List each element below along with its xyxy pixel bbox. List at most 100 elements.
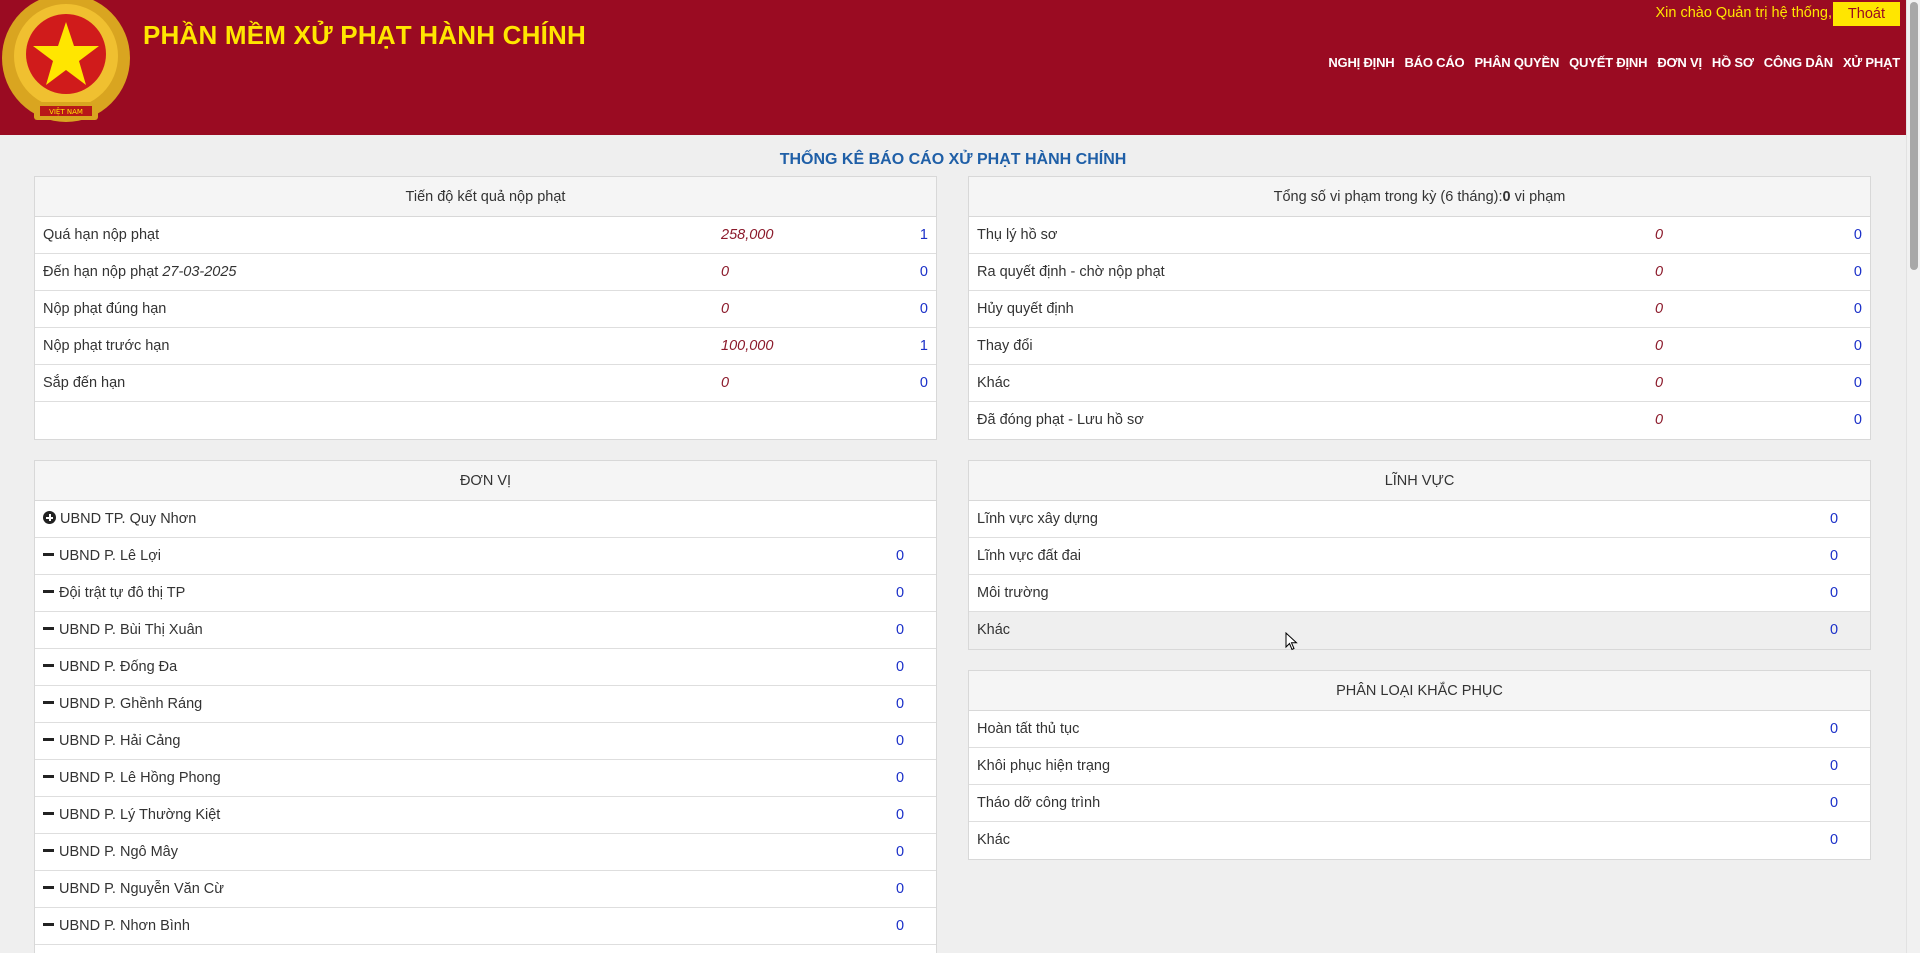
list-item[interactable]: UBND P. Lê Lợi 0 [35,538,936,575]
list-item[interactable]: UBND P. Ngô Mây 0 [35,834,936,871]
row-count[interactable]: 0 [896,723,904,759]
row-count[interactable]: 0 [1830,822,1838,858]
list-item[interactable]: UBND P. Đống Đa 0 [35,649,936,686]
row-label: UBND P. Nhơn Bình [59,918,190,934]
minus-icon [43,701,54,704]
list-item[interactable]: UBND P. Nhơn Bình 0 [35,908,936,945]
list-item[interactable]: Khác 0 [969,822,1870,859]
row-amount: 0 [1655,338,1664,354]
row-label: UBND P. Lý Thường Kiệt [59,807,221,823]
list-item[interactable]: Khác 0 [969,612,1870,649]
row-count[interactable]: 0 [1854,328,1862,364]
row-count[interactable]: 0 [1830,575,1838,611]
row-count[interactable]: 0 [1830,612,1838,648]
nav-don-vi[interactable]: ĐƠN VỊ [1657,55,1702,70]
tree-root-item[interactable]: UBND TP. Quy Nhơn [35,501,936,538]
row-label: Sắp đến hạn [43,375,126,391]
list-item[interactable]: UBND P. Lý Thường Kiệt 0 [35,797,936,834]
row-count[interactable]: 0 [896,760,904,796]
nav-xu-phat[interactable]: XỬ PHẠT [1843,55,1900,70]
row-count[interactable]: 0 [896,612,904,648]
list-item[interactable]: UBND P. Lê Hồng Phong 0 [35,760,936,797]
row-count[interactable]: 0 [920,365,928,401]
nav-nghi-dinh[interactable]: NGHỊ ĐỊNH [1328,55,1394,70]
row-count[interactable]: 0 [1854,402,1862,438]
list-item[interactable]: Đội trật tự đô thị TP 0 [35,575,936,612]
row-label: UBND P. Ngô Mây [59,844,178,860]
row-count[interactable]: 0 [896,834,904,870]
row-count[interactable]: 0 [896,871,904,907]
row-count[interactable]: 0 [1830,748,1838,784]
nav-phan-quyen[interactable]: PHÂN QUYỀN [1474,55,1559,70]
row-count[interactable]: 0 [896,575,904,611]
row-count[interactable]: 0 [1854,365,1862,401]
violations-title-suffix: vi phạm [1510,189,1566,205]
scrollbar-thumb[interactable] [1910,2,1918,270]
panel-title: LĨNH VỰC [969,461,1870,501]
table-row: Nộp phạt đúng hạn 0 0 [35,291,936,328]
table-row: Khác 0 0 [969,365,1870,402]
table-row: Ra quyết định - chờ nộp phạt 0 0 [969,254,1870,291]
nav-quyet-dinh[interactable]: QUYẾT ĐỊNH [1569,55,1647,70]
nav-ho-so[interactable]: HỒ SƠ [1712,55,1754,70]
row-label: Thay đổi [977,338,1033,354]
row-count[interactable]: 0 [896,908,904,944]
row-date: 27-03-2025 [162,264,237,280]
row-amount: 0 [721,375,730,391]
greeting-text: Xin chào Quản trị hệ thống, [1655,5,1832,21]
vertical-scrollbar[interactable] [1906,0,1920,953]
minus-icon [43,812,54,815]
row-count[interactable]: 0 [1854,254,1862,290]
row-count[interactable]: 0 [1854,217,1862,253]
row-count[interactable]: 0 [920,291,928,327]
list-item[interactable]: Lĩnh vực đất đai 0 [969,538,1870,575]
nav-cong-dan[interactable]: CÔNG DÂN [1764,55,1833,70]
table-row: Quá hạn nộp phạt 258,000 1 [35,217,936,254]
list-item[interactable]: Lĩnh vực xây dựng 0 [969,501,1870,538]
row-count[interactable]: 0 [1854,291,1862,327]
row-label: Đã đóng phạt - Lưu hồ sơ [977,412,1144,428]
list-item[interactable]: Môi trường 0 [969,575,1870,612]
row-label: Khác [977,832,1011,848]
list-item[interactable]: Hoàn tất thủ tục 0 [969,711,1870,748]
row-label: Hủy quyết định [977,301,1074,317]
logout-button[interactable]: Thoát [1832,2,1900,26]
list-item[interactable]: UBND P. Ghềnh Ráng 0 [35,686,936,723]
row-count[interactable]: 0 [920,254,928,290]
row-label: Khác [977,375,1011,391]
violations-panel: Tổng số vi phạm trong kỳ (6 tháng):0 vi … [968,176,1871,440]
minus-icon [43,553,54,556]
row-label: UBND P. Nguyễn Văn Cừ [59,881,224,897]
row-amount: 0 [1655,227,1664,243]
row-label: UBND P. Bùi Thị Xuân [59,622,203,638]
row-count[interactable]: 0 [1830,538,1838,574]
minus-icon [43,664,54,667]
units-panel: ĐƠN VỊ UBND TP. Quy Nhơn UBND P. Lê Lợi … [34,460,937,953]
row-count[interactable]: 0 [896,649,904,685]
fields-panel: LĨNH VỰC Lĩnh vực xây dựng 0 Lĩnh vực đấ… [968,460,1871,650]
row-count[interactable]: 0 [1830,501,1838,537]
row-label: UBND P. Ghềnh Ráng [59,696,203,712]
minus-icon [43,886,54,889]
list-item[interactable]: Khôi phục hiện trạng 0 [969,748,1870,785]
row-amount: 0 [721,264,730,280]
row-count[interactable]: 0 [896,686,904,722]
list-item[interactable]: Tháo dỡ công trình 0 [969,785,1870,822]
list-item[interactable]: UBND P. Nguyễn Văn Cừ 0 [35,871,936,908]
row-label: UBND P. Đống Đa [59,659,178,675]
row-count[interactable]: 0 [1830,785,1838,821]
row-count[interactable]: 0 [896,538,904,574]
nav-bao-cao[interactable]: BÁO CÁO [1404,55,1464,70]
page-title: THỐNG KÊ BÁO CÁO XỬ PHẠT HÀNH CHÍNH [779,151,1127,168]
row-count[interactable]: 0 [896,797,904,833]
list-item[interactable]: UBND P. Hải Cảng 0 [35,723,936,760]
remedy-panel: PHÂN LOẠI KHẮC PHỤC Hoàn tất thủ tục 0 K… [968,670,1871,860]
expand-plus-icon[interactable] [43,511,56,524]
row-count[interactable]: 1 [920,328,928,364]
list-item[interactable]: UBND P. Bùi Thị Xuân 0 [35,612,936,649]
row-count[interactable]: 0 [1830,711,1838,747]
table-row: Đã đóng phạt - Lưu hồ sơ 0 0 [969,402,1870,439]
row-count[interactable]: 1 [920,217,928,253]
row-label: Môi trường [977,585,1049,601]
violations-title-count: 0 [1502,189,1511,205]
